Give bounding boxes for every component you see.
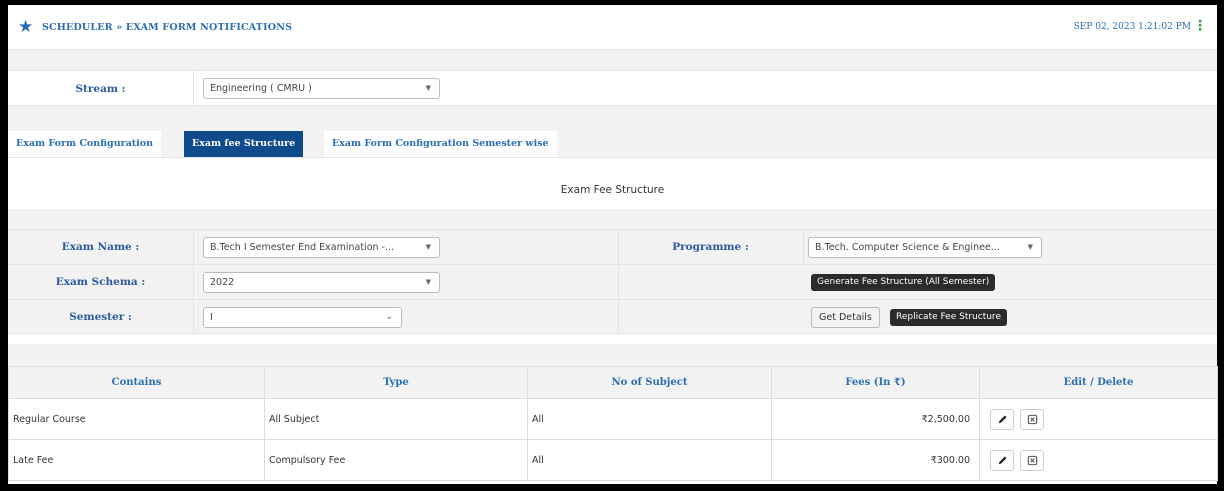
spacer-band [8,344,1217,366]
delete-button[interactable] [1020,449,1045,471]
table-row: Late Fee Compulsory Fee All ₹300.00 [8,439,1218,481]
exam-schema-label: Exam Schema : [55,276,146,288]
tab-exam-form-configuration-semester-wise[interactable]: Exam Form Configuration Semester wise [324,131,557,157]
exam-schema-select[interactable]: 2022 ▼ [203,272,440,293]
app-frame: ★ SCHEDULER » EXAM FORM NOTIFICATIONS SE… [8,5,1218,484]
delete-button[interactable] [1020,408,1045,430]
stream-select[interactable]: Engineering ( CMRU ) ▼ [203,78,440,99]
cell-contains: Regular Course [8,398,265,440]
title-bar: ★ SCHEDULER » EXAM FORM NOTIFICATIONS SE… [8,5,1217,50]
column-header-edit-delete: Edit / Delete [979,366,1218,399]
column-header-fees: Fees (In ₹) [771,366,980,399]
exam-name-value: B.Tech I Semester End Examination -... [210,242,395,253]
exam-schema-value: 2022 [210,277,235,288]
stream-label: Stream : [75,83,126,95]
chevron-down-icon: ▼ [425,278,431,286]
exam-name-label: Exam Name : [61,241,140,253]
exam-name-select[interactable]: B.Tech I Semester End Examination -... ▼ [203,237,440,258]
programme-value: B.Tech. Computer Science & Enginee... [815,242,1000,253]
generate-fee-structure-button[interactable]: Generate Fee Structure (All Semester) [811,274,996,291]
tab-exam-form-configuration[interactable]: Exam Form Configuration [8,131,162,157]
cell-contains: Late Fee [8,439,265,481]
cell-no-of-subject: All [527,439,772,481]
edit-button[interactable] [990,408,1014,430]
spacer-band [8,209,1217,229]
spacer-band [8,50,1217,70]
datetime-display: SEP 02, 2023 1:21:02 PM [1073,22,1191,32]
stream-select-value: Engineering ( CMRU ) [210,83,312,94]
cell-no-of-subject: All [527,398,772,440]
tab-bar: Exam Form Configuration Exam fee Structu… [8,131,1217,157]
divider [193,230,194,264]
form-row-semester: Semester : I ⌄ Get Details Replicate Fee… [8,299,1217,334]
chevron-down-icon: ▼ [1027,243,1033,251]
cell-fees: ₹2,500.00 [771,398,980,440]
pencil-icon [998,455,1007,464]
cell-type: Compulsory Fee [264,439,528,481]
pencil-icon [998,414,1007,423]
column-header-type: Type [264,366,528,399]
cell-actions [979,398,1218,440]
chevron-down-icon: ⌄ [385,312,393,322]
section-title: Exam Fee Structure [560,184,665,196]
column-header-contains: Contains [8,366,265,399]
form-row-exam-name: Exam Name : B.Tech I Semester End Examin… [8,229,1217,264]
programme-label: Programme : [672,241,749,253]
breadcrumb: SCHEDULER » EXAM FORM NOTIFICATIONS [42,22,293,33]
kebab-menu-icon[interactable]: ⋮ [1193,18,1207,34]
table-row: Regular Course All Subject All ₹2,500.00 [8,398,1218,440]
edit-button[interactable] [990,449,1014,471]
divider [193,71,194,105]
divider [618,300,619,333]
chevron-down-icon: ▼ [425,243,431,251]
form-row-exam-schema: Exam Schema : 2022 ▼ Generate Fee Struct… [8,264,1217,299]
fee-form: Exam Name : B.Tech I Semester End Examin… [8,229,1217,344]
divider [618,265,619,299]
column-header-no-of-subject: No of Subject [527,366,772,399]
fee-table: Contains Type No of Subject Fees (In ₹) … [8,366,1218,481]
cell-actions [979,439,1218,481]
divider [803,230,804,264]
semester-label: Semester : [69,311,132,323]
spacer-band [8,106,1217,131]
stream-row: Stream : Engineering ( CMRU ) ▼ [8,70,1217,106]
delete-icon [1027,414,1037,424]
cell-fees: ₹300.00 [771,439,980,481]
semester-value: I [210,312,213,323]
get-details-button[interactable]: Get Details [811,307,880,328]
cell-type: All Subject [264,398,528,440]
chevron-down-icon: ▼ [425,84,431,92]
divider [193,265,194,299]
divider [193,300,194,333]
table-header-row: Contains Type No of Subject Fees (In ₹) … [8,366,1218,399]
star-icon[interactable]: ★ [18,18,36,36]
tab-exam-fee-structure[interactable]: Exam fee Structure [184,131,304,157]
replicate-fee-structure-button[interactable]: Replicate Fee Structure [890,309,1007,326]
programme-select[interactable]: B.Tech. Computer Science & Enginee... ▼ [808,237,1042,258]
delete-icon [1027,455,1037,465]
semester-select[interactable]: I ⌄ [203,307,402,328]
content-panel: Exam Fee Structure [8,157,1217,209]
